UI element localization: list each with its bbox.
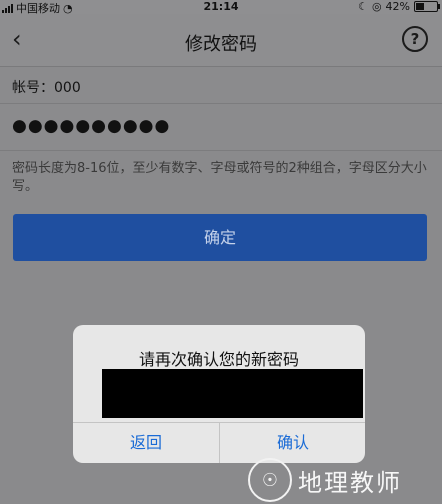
status-right: ☾ ◎ 42% <box>358 0 440 13</box>
watermark-text: 地理教师 <box>298 468 402 497</box>
dialog-title: 请再次确认您的新密码 <box>138 350 299 369</box>
password-hint: 密码长度为8-16位，至少有数字、字母或符号的2种组合，字母区分大小写。 <box>12 161 427 194</box>
watermark: ☉ 地理教师 <box>248 458 402 502</box>
password-value: ●●●●●●●●●● <box>12 116 171 136</box>
dialog-ok-button[interactable]: 确认 <box>220 423 365 463</box>
confirm-dialog: 请再次确认您的新密码 返回 确认 <box>73 325 365 463</box>
dialog-password-input[interactable] <box>102 369 363 418</box>
moon-icon: ☾ <box>358 0 368 13</box>
account-label: 帐号：000 <box>12 80 81 96</box>
globe-logo-icon: ☉ <box>248 458 292 502</box>
password-field[interactable]: ●●●●●●●●●● <box>0 104 442 151</box>
battery-icon <box>414 1 440 12</box>
status-bar: 中国移动 ◔ 21:14 ☾ ◎ 42% <box>0 0 442 15</box>
lock-rotation-icon: ◎ <box>371 0 382 13</box>
page-title: 修改密码 <box>185 34 257 55</box>
dialog-cancel-button[interactable]: 返回 <box>73 423 219 463</box>
help-icon[interactable]: ? <box>402 26 428 52</box>
nav-bar: ‹ 修改密码 ? <box>0 14 442 67</box>
battery-percent: 42% <box>385 0 410 13</box>
confirm-button[interactable]: 确定 <box>13 214 427 261</box>
account-row: 帐号：000 <box>0 67 442 104</box>
